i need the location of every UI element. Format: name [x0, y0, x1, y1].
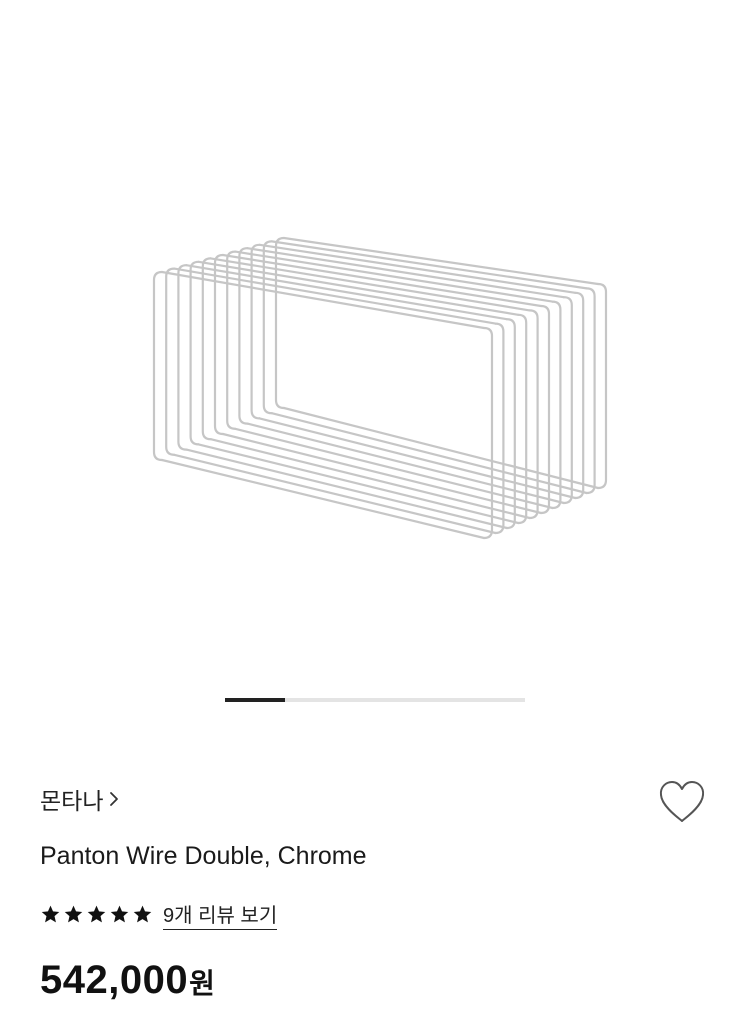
product-price: 542,000 원 — [40, 958, 215, 1003]
star-icon — [87, 905, 106, 922]
wishlist-button[interactable] — [652, 774, 712, 830]
heart-outline-icon — [659, 781, 705, 822]
price-currency: 원 — [189, 968, 215, 999]
brand-name: 몬타나 — [40, 788, 104, 814]
rating-stars — [40, 904, 153, 925]
star-icon — [64, 905, 83, 922]
chevron-right-icon — [110, 792, 119, 806]
product-title: Panton Wire Double, Chrome — [40, 842, 367, 870]
brand-link[interactable]: 몬타나 — [40, 784, 121, 814]
star-icon — [110, 905, 129, 922]
product-image — [152, 236, 608, 540]
gallery-pager-active — [225, 698, 285, 702]
reviews-link[interactable]: 9개 리뷰 보기 — [163, 899, 278, 930]
price-amount: 542,000 — [40, 958, 189, 1002]
star-icon — [41, 905, 60, 922]
product-image-gallery[interactable] — [0, 0, 750, 700]
rating-row: 9개 리뷰 보기 — [40, 899, 278, 930]
star-icon — [133, 905, 152, 922]
product-detail-page: 몬타나 Panton Wire Double, Chrome 9개 리뷰 보기 … — [0, 0, 750, 1024]
gallery-pager[interactable] — [225, 698, 525, 702]
